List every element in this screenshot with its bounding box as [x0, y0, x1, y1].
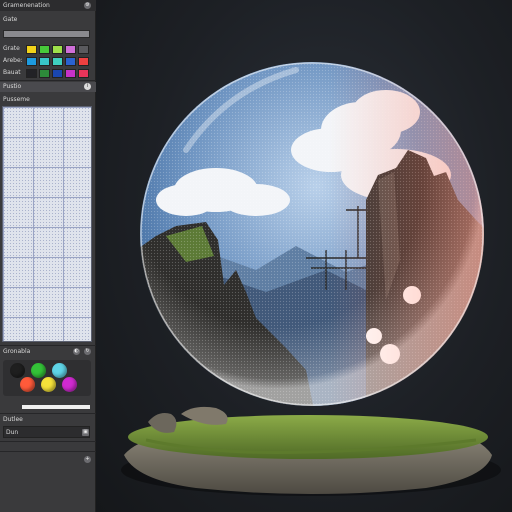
- materials-label: Gronabla: [3, 348, 31, 355]
- color-swatch[interactable]: [26, 57, 37, 66]
- grid-label: Pusseme: [3, 96, 30, 103]
- color-swatch[interactable]: [26, 45, 37, 54]
- color-swatch[interactable]: [78, 69, 89, 78]
- color-swatch[interactable]: [52, 69, 63, 78]
- panel-title: Gramenenation: [3, 2, 50, 9]
- refresh-icon[interactable]: ↻: [84, 348, 91, 355]
- grid-header: Pusseme: [0, 96, 96, 105]
- color-swatch[interactable]: [65, 69, 76, 78]
- color-swatch[interactable]: [39, 69, 50, 78]
- properties-panel: Gramenenation ⚙ Gate Grate Arebe: Bauat …: [0, 0, 96, 512]
- outline-field-icon[interactable]: ▣: [82, 429, 89, 436]
- color-swatch[interactable]: [39, 45, 50, 54]
- toggle-icon[interactable]: ◐: [73, 348, 80, 355]
- pustio-field[interactable]: Pustio i: [0, 82, 96, 92]
- color-swatch[interactable]: [78, 45, 89, 54]
- color-swatch[interactable]: [39, 57, 50, 66]
- swatch-row-3-label: Bauat: [3, 69, 21, 76]
- color-swatch[interactable]: [26, 69, 37, 78]
- material-ball[interactable]: [31, 363, 46, 378]
- color-swatch[interactable]: [65, 57, 76, 66]
- color-swatch[interactable]: [65, 45, 76, 54]
- pustio-label: Pustio: [3, 83, 22, 90]
- outline-row: Dutlee: [0, 415, 96, 425]
- add-icon[interactable]: +: [84, 456, 91, 463]
- swatch-row-1-label: Grate: [3, 45, 20, 52]
- info-icon[interactable]: i: [84, 83, 91, 90]
- material-ball[interactable]: [52, 363, 67, 378]
- viewport[interactable]: [96, 0, 512, 512]
- material-ball[interactable]: [20, 377, 35, 392]
- material-ball[interactable]: [41, 377, 56, 392]
- materials-header: Gronabla ◐ ↻: [0, 348, 96, 357]
- color-swatch[interactable]: [52, 45, 63, 54]
- color-swatch[interactable]: [52, 57, 63, 66]
- panel-header: Gramenenation ⚙: [0, 0, 96, 11]
- scene-render: [121, 62, 501, 496]
- panel-options-icon[interactable]: ⚙: [84, 2, 91, 9]
- outline-label: Dutlee: [3, 416, 23, 423]
- material-ball[interactable]: [10, 363, 25, 378]
- swatch-row-2-label: Arebe:: [3, 57, 23, 64]
- outline-field-value: Dun: [6, 429, 19, 436]
- color-swatch[interactable]: [78, 57, 89, 66]
- color-field[interactable]: [3, 30, 90, 38]
- color-section-label: Gate: [3, 16, 18, 23]
- texture-preview[interactable]: [2, 106, 92, 342]
- material-ball[interactable]: [62, 377, 77, 392]
- intensity-slider[interactable]: [22, 405, 90, 409]
- outline-field[interactable]: Dun ▣: [3, 426, 90, 438]
- color-section: Gate: [0, 15, 96, 29]
- island: [121, 406, 501, 496]
